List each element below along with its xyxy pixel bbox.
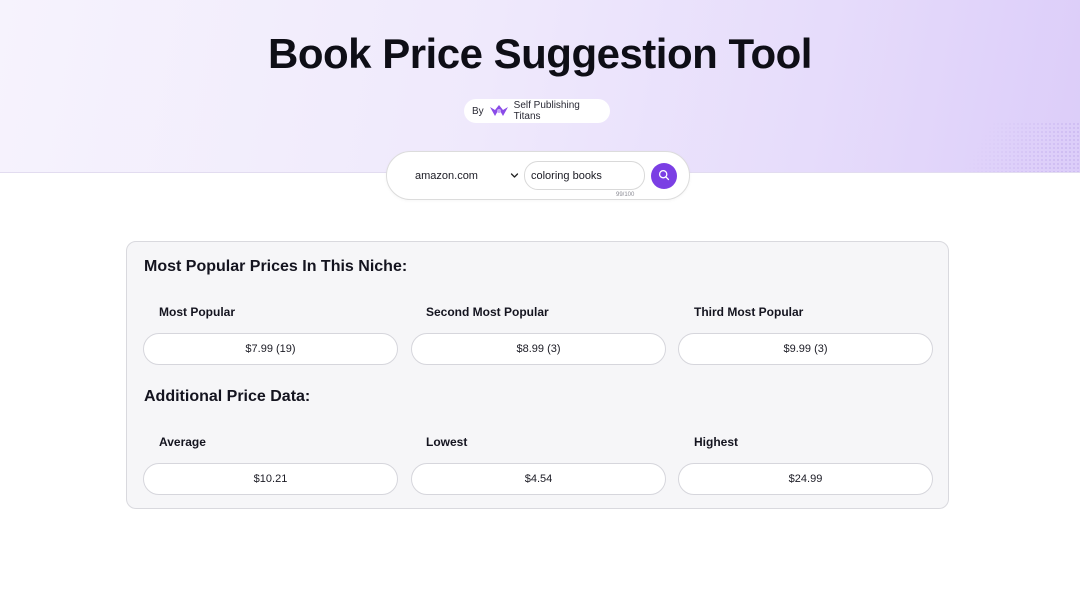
keyword-input[interactable]	[524, 161, 645, 190]
third-most-popular-label: Third Most Popular	[694, 305, 804, 319]
second-most-popular-value: $8.99 (3)	[411, 333, 666, 365]
results-card: Most Popular Prices In This Niche: Most …	[126, 241, 949, 509]
average-label: Average	[159, 435, 206, 449]
marketplace-value: amazon.com	[415, 170, 478, 182]
brand-name: Self Publishing Titans	[513, 100, 580, 122]
lowest-value: $4.54	[411, 463, 666, 495]
chevron-down-icon	[510, 171, 519, 180]
third-most-popular-value: $9.99 (3)	[678, 333, 933, 365]
second-most-popular-label: Second Most Popular	[426, 305, 549, 319]
page-title: Book Price Suggestion Tool	[268, 30, 812, 77]
hero-banner: Book Price Suggestion Tool By Self Publi…	[0, 0, 1080, 173]
highest-label: Highest	[694, 435, 739, 449]
average-value: $10.21	[143, 463, 398, 495]
popular-prices-heading: Most Popular Prices In This Niche:	[144, 258, 408, 275]
search-icon	[658, 169, 670, 184]
most-popular-value: $7.99 (19)	[143, 333, 398, 365]
search-button[interactable]	[651, 163, 677, 189]
most-popular-label: Most Popular	[159, 305, 236, 319]
titan-logo-icon	[489, 104, 509, 118]
by-label: By	[472, 105, 484, 117]
lowest-label: Lowest	[426, 435, 468, 449]
character-counter: 99/100	[616, 192, 635, 198]
author-badge[interactable]: By Self Publishing Titans	[464, 99, 610, 123]
search-bar: amazon.com 99/100	[386, 151, 690, 200]
additional-price-heading: Additional Price Data:	[144, 388, 311, 405]
decorative-dot-pattern	[960, 122, 1080, 172]
marketplace-select[interactable]: amazon.com	[401, 164, 521, 188]
highest-value: $24.99	[678, 463, 933, 495]
